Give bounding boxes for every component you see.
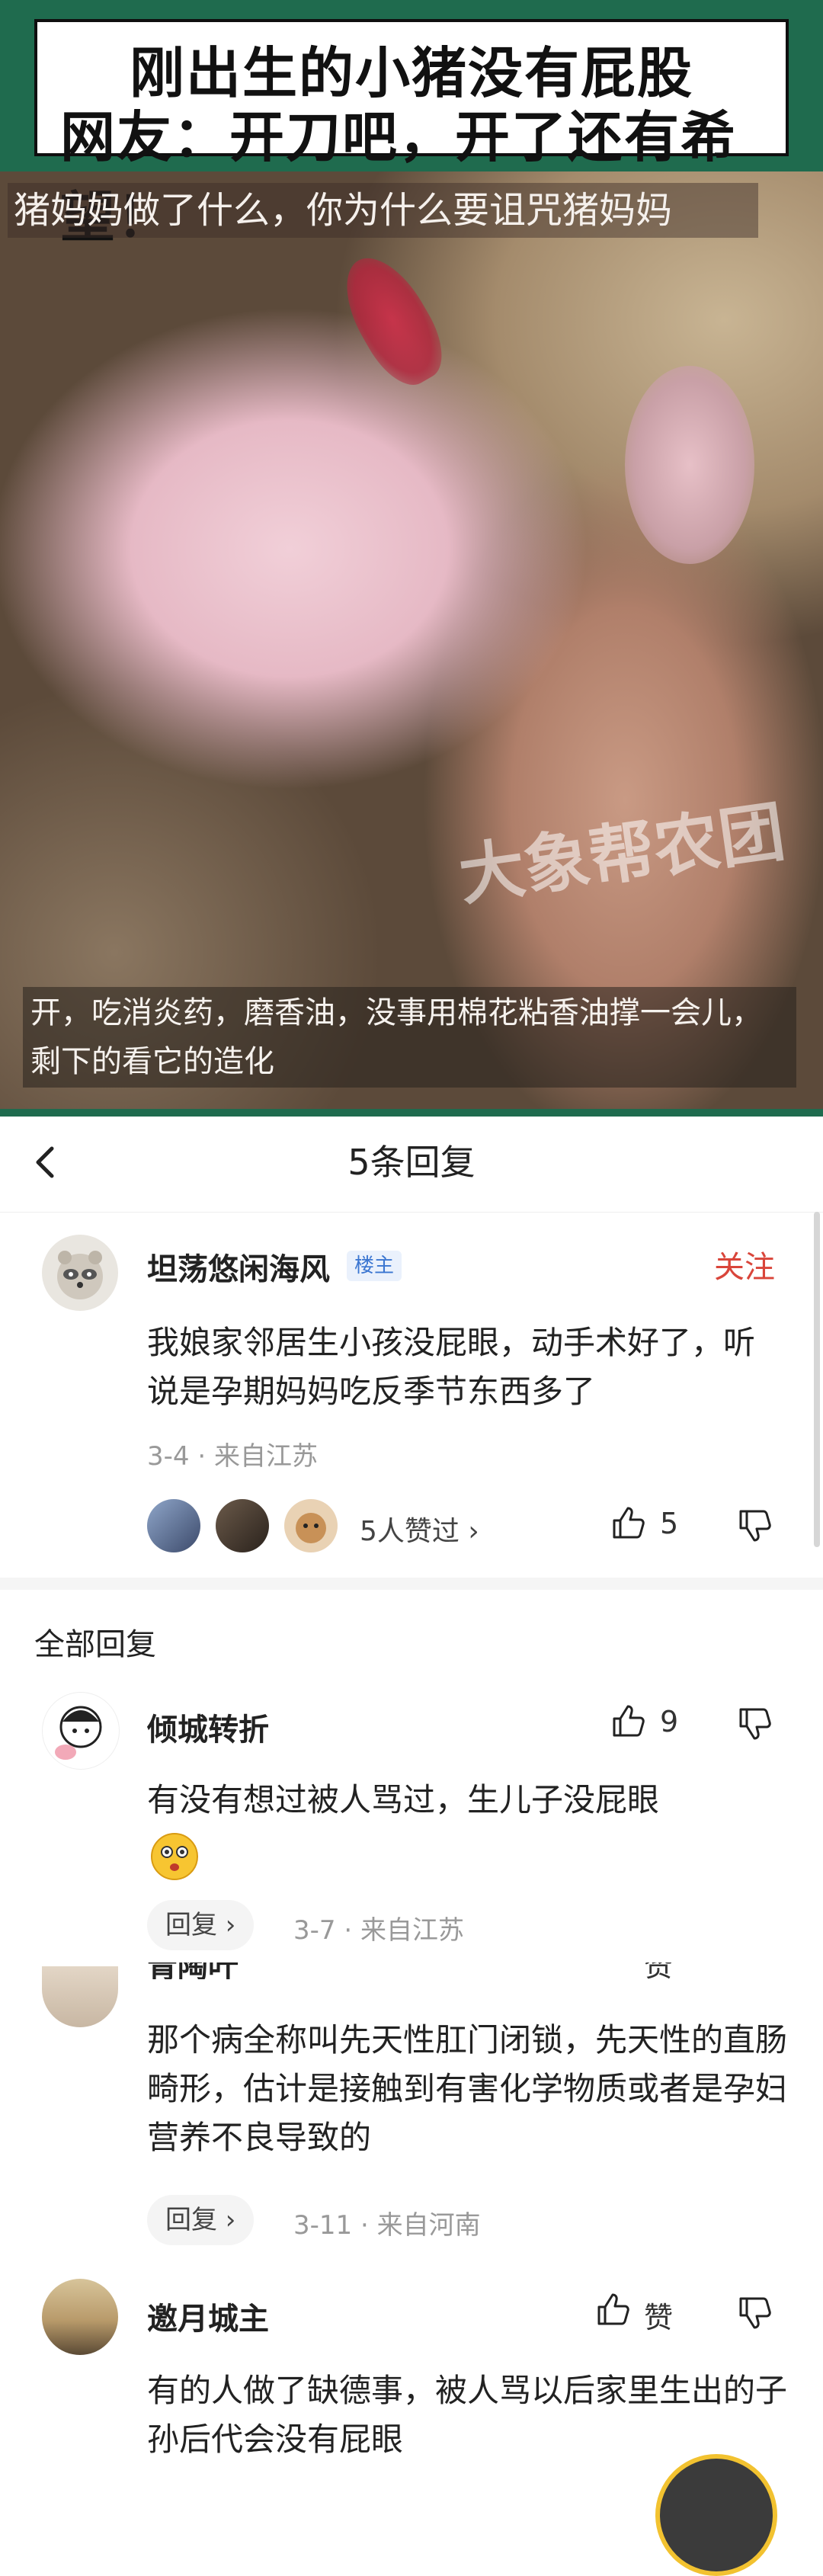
reply-text[interactable]: 有没有想过被人骂过，生儿子没屁眼: [147, 1776, 787, 1825]
reply-meta: 3-7 · 来自江苏: [293, 1915, 464, 1946]
like-count: 5: [660, 1507, 679, 1540]
dislike-button[interactable]: [736, 1507, 774, 1548]
liker-avatar[interactable]: [147, 1499, 200, 1552]
video-frame[interactable]: 刚出生的小猪没有屁股 网友：开刀吧，开了还有希望！ 猪妈妈做了什么，你为什么要诅…: [0, 0, 823, 1117]
dog-avatar-icon: [296, 1513, 326, 1543]
reply-author-name[interactable]: 青陶叶: [147, 1962, 239, 1979]
avatar[interactable]: [42, 1966, 118, 2027]
cartoon-avatar-icon: [55, 1706, 102, 1760]
liker-avatar[interactable]: [216, 1499, 269, 1552]
raccoon-avatar-icon: [57, 1251, 103, 1299]
piglet-mark-shape: [328, 243, 456, 397]
likers-link[interactable]: 5人赞过 ›: [360, 1509, 479, 1549]
section-divider: [0, 1578, 823, 1590]
reply-text[interactable]: 有的人做了缺德事，被人骂以后家里生出的子孙后代会没有屁眼: [147, 2366, 787, 2464]
reply-button[interactable]: 回复 ›: [147, 2195, 255, 2245]
thumbs-down-icon: [739, 2297, 771, 2329]
avatar[interactable]: [42, 1692, 120, 1770]
surprised-emoji-icon: [151, 1833, 198, 1880]
thumbs-down-icon: [739, 1708, 771, 1740]
video-watermark: 大象帮农团: [454, 793, 790, 915]
like-count: 赞: [644, 2301, 674, 2334]
thumbs-up-icon: [613, 1507, 645, 1539]
panel-header: 5条回复: [0, 1117, 823, 1213]
like-button[interactable]: [594, 2290, 632, 2331]
all-replies-title: 全部回复: [34, 1627, 156, 1662]
reply-meta: 3-11 · 来自河南: [293, 2210, 481, 2241]
like-count: 9: [660, 1705, 679, 1738]
reply-text[interactable]: 那个病全称叫先天性肛门闭锁，先天性的直肠畸形，估计是接触到有害化学物质或者是孕妇…: [147, 2016, 787, 2162]
comment-meta: 3-4 · 来自江苏: [147, 1441, 318, 1472]
video-title-box: 刚出生的小猪没有屁股 网友：开刀吧，开了还有希望！: [34, 19, 789, 249]
like-button[interactable]: [610, 1504, 648, 1545]
comment-author-name[interactable]: 坦荡悠闲海风: [147, 1245, 330, 1289]
like-count: 赞: [644, 1962, 674, 1979]
reply-button[interactable]: 回复 ›: [147, 1900, 255, 1950]
emoji-icon: [147, 1829, 202, 1884]
piglet-ear-shape: [625, 366, 754, 564]
floating-action-button[interactable]: [655, 2454, 777, 2576]
reply-author-name[interactable]: 倾城转折: [147, 1705, 269, 1749]
video-caption: 开，吃消炎药，磨香油，没事用棉花粘香油撑一会儿，剩下的看它的造化: [23, 987, 796, 1088]
reply-author-name[interactable]: 邀月城主: [147, 2294, 269, 2338]
liker-avatar[interactable]: [284, 1499, 338, 1552]
thumbs-up-icon: [597, 2293, 629, 2325]
chevron-left-icon: [36, 1146, 54, 1178]
comment-text[interactable]: 我娘家邻居生小孩没屁眼，动手术好了，听说是孕期妈妈吃反季节东西多了: [147, 1318, 780, 1416]
back-button[interactable]: [23, 1139, 69, 1185]
thumbs-down-icon: [739, 1510, 771, 1542]
like-button[interactable]: [610, 1702, 648, 1743]
dislike-button[interactable]: [736, 2294, 774, 2335]
avatar[interactable]: [42, 1235, 118, 1311]
video-bottom-strip: [0, 1109, 823, 1117]
video-subtitle: 猪妈妈做了什么，你为什么要诅咒猪妈妈: [8, 183, 758, 238]
panel-title: 5条回复: [347, 1142, 476, 1183]
op-badge: 楼主: [347, 1251, 402, 1281]
follow-button[interactable]: 关注: [714, 1242, 775, 1286]
replies-panel: 5条回复 坦荡悠闲海风 楼主 关注 我娘家邻居生小孩没屁眼，动手术好了，听说是孕…: [0, 1117, 823, 2576]
thumbs-up-icon: [613, 1705, 645, 1737]
dislike-button[interactable]: [736, 1705, 774, 1746]
scrollbar[interactable]: [814, 1212, 820, 1547]
avatar[interactable]: [42, 2279, 118, 2355]
